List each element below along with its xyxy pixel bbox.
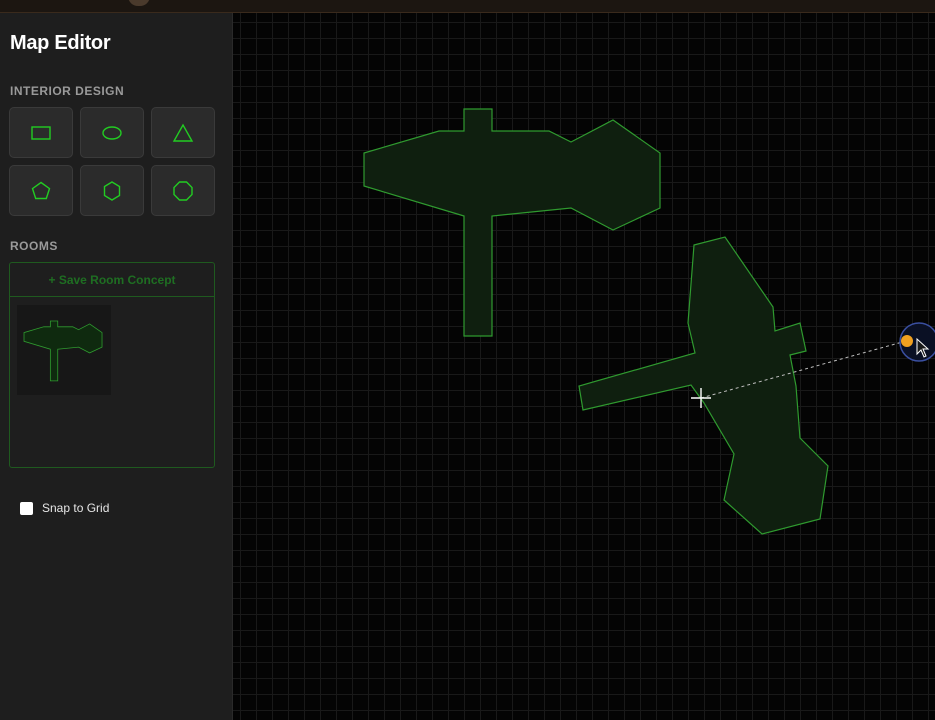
window-top-bar (0, 0, 935, 13)
pentagon-icon (31, 181, 51, 199)
canvas-layer (363, 108, 935, 535)
ellipse-tool-button[interactable] (80, 107, 144, 158)
hexagon-icon (103, 180, 121, 201)
octagon-tool-button[interactable] (151, 165, 215, 216)
ellipse-icon (102, 125, 122, 140)
rooms-label: ROOMS (10, 239, 58, 253)
rectangle-tool-button[interactable] (9, 107, 73, 158)
room-shape-2[interactable] (578, 236, 829, 535)
snap-to-grid-toggle[interactable]: Snap to Grid (20, 501, 109, 515)
interior-design-label: INTERIOR DESIGN (10, 84, 125, 98)
room-concept-thumbnail[interactable] (17, 305, 111, 395)
rooms-panel: + Save Room Concept (9, 262, 215, 468)
pentagon-tool-button[interactable] (9, 165, 73, 216)
sidebar: Map Editor INTERIOR DESIGN ROOMS + Save … (0, 13, 233, 720)
snap-to-grid-checkbox[interactable] (20, 501, 33, 515)
triangle-icon (172, 123, 194, 142)
rotation-handle-icon[interactable] (901, 335, 913, 347)
room-thumbnail-icon (23, 320, 103, 382)
save-room-concept-button[interactable]: + Save Room Concept (10, 263, 214, 297)
octagon-icon (173, 180, 193, 201)
hexagon-tool-button[interactable] (80, 165, 144, 216)
app-title: Map Editor (10, 32, 111, 54)
rectangle-icon (31, 125, 51, 140)
room-shape-1[interactable] (363, 108, 661, 337)
triangle-tool-button[interactable] (151, 107, 215, 158)
window-drag-handle[interactable] (128, 0, 150, 6)
map-canvas[interactable] (233, 13, 935, 720)
shape-tool-grid (9, 107, 215, 216)
snap-to-grid-label: Snap to Grid (42, 501, 110, 515)
